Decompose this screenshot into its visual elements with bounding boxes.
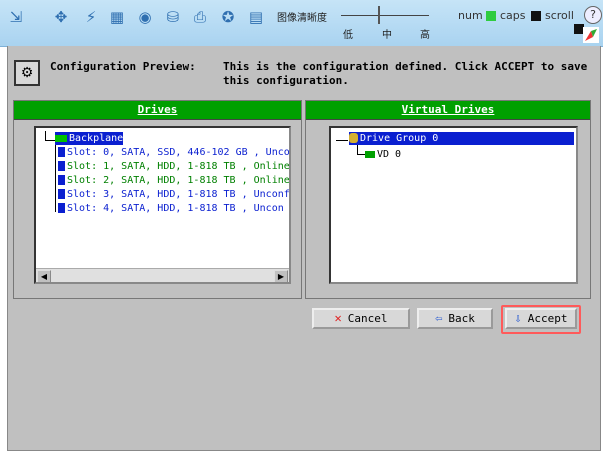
quality-label: 图像清晰度 — [277, 13, 327, 24]
pin-icon[interactable]: ⇲ — [7, 8, 25, 26]
quality-low-label: 低 — [343, 30, 353, 41]
tree-connector — [357, 154, 365, 155]
tree-node-backplane[interactable]: Backplane — [55, 132, 124, 145]
quality-mid-label: 中 — [382, 30, 392, 41]
grid-icon[interactable]: ▤ — [247, 8, 265, 26]
screen-icon[interactable]: ▦ — [108, 8, 126, 26]
tree-node-drive-group-0[interactable]: Drive Group 0 — [349, 132, 574, 145]
help-icon[interactable]: ? — [584, 6, 602, 24]
horizontal-scrollbar[interactable]: ◀ ▶ — [36, 268, 289, 282]
scroll-lock-label: scroll — [545, 9, 574, 22]
tree-node-slot-2[interactable]: Slot: 2, SATA, HDD, 1-818 TB , Online — [58, 174, 289, 187]
tree-connector — [55, 142, 56, 212]
back-button[interactable]: ⇦ Back — [417, 308, 493, 329]
cancel-x-icon: ✕ — [334, 311, 342, 325]
num-lock-label: num — [458, 9, 483, 22]
tree-node-vd-0[interactable]: VD 0 — [365, 148, 401, 161]
drive-icon — [58, 147, 65, 157]
scroll-left-icon[interactable]: ◀ — [37, 270, 51, 282]
quality-slider-track[interactable] — [341, 15, 429, 16]
tree-node-slot-0[interactable]: Slot: 0, SATA, SSD, 446-102 GB , Unco — [58, 146, 289, 159]
tree-node-slot-4[interactable]: Slot: 4, SATA, HDD, 1-818 TB , Uncon — [58, 202, 284, 215]
quality-high-label: 高 — [420, 30, 430, 41]
drives-tree[interactable]: Backplane Slot: 0, SATA, SSD, 446-102 GB… — [34, 126, 291, 284]
virtual-drives-panel: Virtual Drives Drive Group 0 VD 0 — [305, 100, 591, 299]
cancel-button[interactable]: ✕ Cancel — [312, 308, 410, 329]
drive-icon — [58, 189, 65, 199]
power-icon[interactable]: ⚡ — [82, 8, 100, 26]
drive-icon — [58, 161, 65, 171]
kvm-toolbar: ⇲ ✥ ⚡ ▦ ◉ ⛁ ⎙ ✪ ▤ 图像清晰度 低 中 高 num caps s… — [0, 0, 603, 47]
drives-panel-title: Drives — [14, 101, 301, 120]
configuration-icon: ⚙ — [14, 60, 40, 86]
tree-connector — [336, 140, 348, 141]
config-preview-label: Configuration Preview: — [50, 60, 196, 73]
drive-group-icon — [349, 133, 358, 143]
corner-logo-icon — [583, 27, 599, 43]
caps-lock-indicator — [531, 11, 541, 21]
virtual-drives-panel-title: Virtual Drives — [306, 101, 590, 120]
drive-icon[interactable]: ⛁ — [164, 8, 182, 26]
tree-connector — [45, 140, 55, 141]
move-icon[interactable]: ✥ — [52, 8, 70, 26]
config-preview-window: ⚙ Configuration Preview: This is the con… — [7, 46, 601, 451]
scroll-right-icon[interactable]: ▶ — [274, 270, 288, 282]
quality-slider-thumb[interactable] — [378, 6, 380, 24]
back-arrow-icon: ⇦ — [435, 311, 443, 325]
drives-panel: Drives Backplane Slot: 0, SATA, SSD, 446… — [13, 100, 302, 299]
config-message: This is the configuration defined. Click… — [223, 60, 588, 87]
drive-icon — [58, 175, 65, 185]
tree-node-slot-3[interactable]: Slot: 3, SATA, HDD, 1-818 TB , Unconf — [58, 188, 289, 201]
disc-icon[interactable]: ◉ — [136, 8, 154, 26]
virtual-drives-tree[interactable]: Drive Group 0 VD 0 — [329, 126, 578, 284]
tree-node-slot-1[interactable]: Slot: 1, SATA, HDD, 1-818 TB , Online — [58, 160, 289, 173]
printer-icon[interactable]: ⎙ — [191, 8, 209, 26]
num-lock-indicator — [486, 11, 496, 21]
caps-lock-label: caps — [500, 9, 526, 22]
virtual-drive-icon — [365, 150, 375, 158]
backplane-icon — [55, 134, 67, 142]
accept-highlight-box — [501, 305, 581, 334]
media-icon[interactable]: ✪ — [219, 8, 237, 26]
drive-icon — [58, 203, 65, 213]
